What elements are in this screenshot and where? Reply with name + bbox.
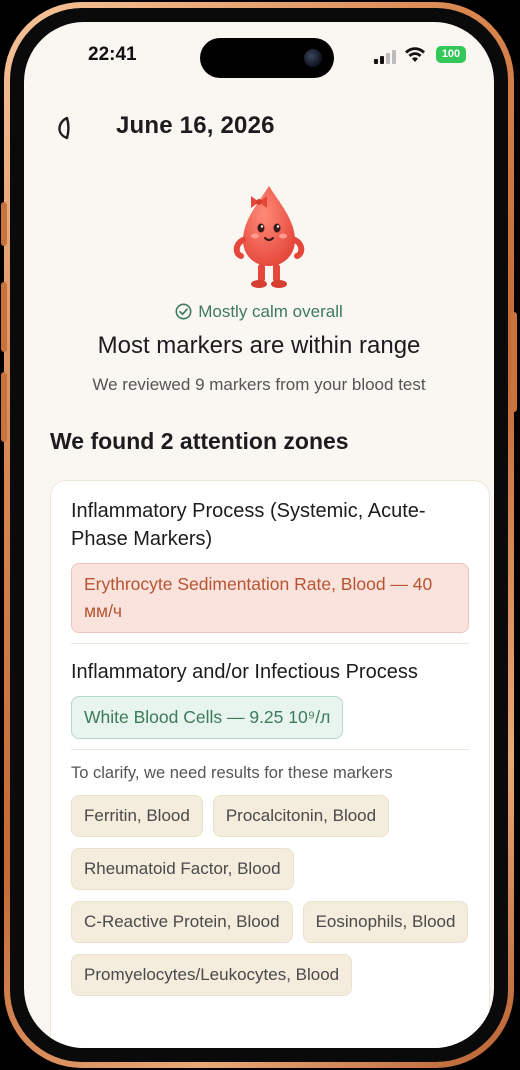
needed-marker-tag[interactable]: Procalcitonin, Blood [212, 795, 390, 837]
needed-marker-tag[interactable]: Rheumatoid Factor, Blood [71, 848, 294, 890]
abnormal-marker-chip[interactable]: Erythrocyte Sedimentation Rate, Blood — … [71, 563, 469, 633]
back-button[interactable] [50, 114, 78, 142]
cellular-signal-icon [374, 50, 396, 64]
action-button [1, 202, 7, 246]
zone-title: Inflammatory and/or Infectious Process [71, 661, 418, 683]
attention-zones-title: We found 2 attention zones [50, 428, 349, 454]
phone-frame: 22:41 100 June 16, 2026 Mostly calm over… [1, 2, 517, 1068]
volume-down-button [1, 372, 7, 442]
screen: 22:41 100 June 16, 2026 Mostly calm over… [24, 22, 494, 1048]
battery-indicator: 100 [436, 46, 466, 63]
divider [71, 643, 469, 644]
overall-status-text: Mostly calm overall [198, 302, 343, 321]
needed-markers-list: Ferritin, Blood Procalcitonin, Blood Rhe… [71, 795, 469, 996]
bezel: 22:41 100 June 16, 2026 Mostly calm over… [10, 8, 508, 1062]
blood-drop-mascot [233, 186, 305, 288]
needed-marker-tag[interactable]: Ferritin, Blood [71, 795, 203, 837]
needed-marker-tag[interactable]: Eosinophils, Blood [302, 901, 469, 943]
page-title: June 16, 2026 [116, 112, 275, 139]
overall-status: Mostly calm overall [24, 302, 494, 322]
clarify-text: To clarify, we need results for these ma… [71, 764, 393, 782]
volume-up-button [1, 282, 7, 352]
power-button [511, 312, 517, 412]
front-camera [304, 49, 322, 67]
dynamic-island [200, 38, 334, 78]
divider [71, 749, 469, 750]
wifi-icon [405, 47, 425, 62]
attention-zones-card: Inflammatory Process (Systemic, Acute-Ph… [50, 480, 490, 1048]
needed-marker-tag[interactable]: Promyelocytes/Leukocytes, Blood [71, 954, 353, 996]
marker-chip[interactable]: White Blood Cells — 9.25 10⁹/л [71, 696, 344, 739]
zone-title: Inflammatory Process (Systemic, Acute-Ph… [71, 500, 426, 550]
status-bar: 22:41 100 [24, 22, 494, 92]
check-circle-icon [175, 303, 192, 320]
status-time: 22:41 [88, 44, 137, 65]
summary-subline: We reviewed 9 markers from your blood te… [92, 375, 426, 394]
summary-headline: Most markers are within range [97, 332, 421, 359]
needed-marker-tag[interactable]: C-Reactive Protein, Blood [71, 901, 293, 943]
